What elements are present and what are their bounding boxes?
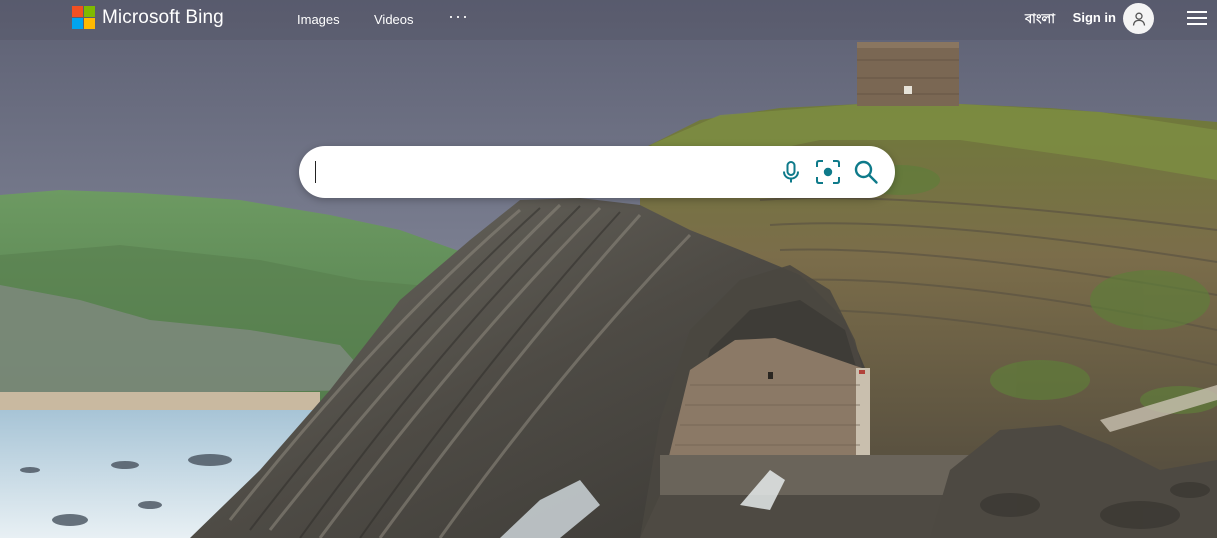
nav-videos-link[interactable]: Videos — [374, 12, 414, 27]
nav-images-link[interactable]: Images — [297, 12, 340, 27]
hamburger-menu-icon[interactable] — [1187, 11, 1207, 25]
search-input[interactable] — [313, 156, 763, 188]
search-box — [299, 146, 895, 198]
visual-search-icon[interactable] — [815, 159, 841, 185]
background-image — [0, 0, 1217, 538]
text-caret — [315, 161, 316, 183]
search-icon[interactable] — [853, 159, 879, 185]
microphone-icon[interactable] — [778, 159, 804, 185]
user-avatar-icon[interactable] — [1123, 3, 1154, 34]
logo-text: Microsoft Bing — [102, 6, 224, 28]
top-header: Microsoft Bing Images Videos ··· বাংলা S… — [0, 0, 1217, 38]
language-link[interactable]: বাংলা — [1025, 10, 1055, 31]
bing-logo[interactable]: Microsoft Bing — [72, 6, 224, 29]
nav-more-button[interactable]: ··· — [448, 6, 469, 27]
sign-in-link[interactable]: Sign in — [1073, 10, 1116, 25]
microsoft-logo-icon — [72, 6, 95, 29]
